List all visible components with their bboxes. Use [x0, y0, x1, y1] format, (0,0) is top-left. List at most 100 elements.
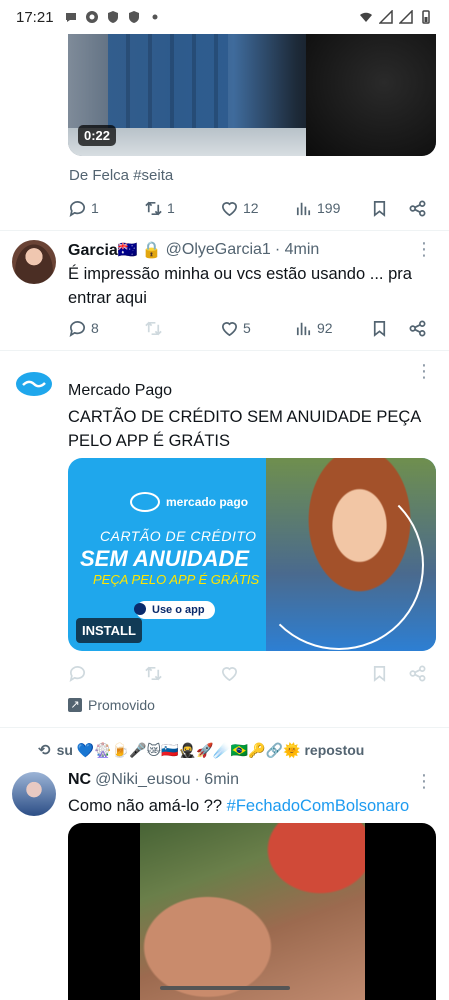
video-frame-panel	[108, 34, 228, 134]
views-icon	[296, 322, 311, 335]
promoted-text: Promovido	[88, 697, 155, 713]
heart-icon	[221, 666, 238, 681]
like-button[interactable]: 5	[220, 319, 251, 338]
hashtag-link[interactable]: #FechadoComBolsonaro	[227, 797, 410, 815]
avatar[interactable]	[12, 362, 56, 406]
wifi-icon	[360, 12, 372, 22]
bookmark-icon	[373, 665, 386, 682]
install-button[interactable]: INSTALL	[76, 618, 142, 643]
reply-button[interactable]: 8	[68, 319, 99, 338]
shield-icon	[107, 11, 118, 23]
share-icon	[409, 200, 426, 216]
message-icon	[65, 13, 76, 22]
heart-icon	[221, 201, 238, 216]
tweet-divider	[0, 350, 449, 351]
share-button[interactable]	[408, 199, 427, 218]
tweet-time: · 6min	[194, 771, 239, 788]
tweet-text: CARTÃO DE CRÉDITO SEM ANUIDADE PEÇA PELO…	[68, 408, 421, 450]
share-button[interactable]	[408, 319, 427, 338]
video-frame	[140, 823, 365, 1000]
tweet-header: Garcia🇦🇺 🔒 @OlyeGarcia1 · 4min	[68, 240, 319, 260]
reply-icon	[69, 320, 85, 337]
bookmark-button[interactable]	[370, 199, 389, 218]
bookmark-icon	[373, 200, 386, 217]
display-name[interactable]: Garcia🇦🇺	[68, 240, 138, 260]
ad-logo: mercado pago	[130, 492, 248, 512]
views-icon	[296, 202, 311, 215]
like-button[interactable]: 12	[220, 199, 259, 218]
gesture-bar[interactable]	[160, 986, 290, 990]
tweet-text-main: Como não amá-lo ??	[68, 797, 227, 815]
mercado-pago-logo-icon	[16, 372, 52, 396]
lock-icon: 🔒	[141, 242, 162, 259]
share-button[interactable]	[408, 664, 427, 683]
more-options-icon[interactable]: ⋮	[415, 362, 433, 380]
reply-button[interactable]: 1	[68, 199, 99, 218]
reply-count: 8	[91, 320, 99, 336]
avatar[interactable]	[12, 240, 56, 284]
share-icon	[409, 320, 426, 336]
views-button[interactable]: 199	[294, 199, 340, 218]
reply-button[interactable]	[68, 664, 87, 683]
repost-text: su 💙🎡🍺🎤😿🇸🇮🥷🚀☄️🇧🇷🔑🔗🌞 repostou	[56, 741, 365, 758]
tweet-actions: 8 5 92	[68, 316, 434, 340]
retweet-icon	[145, 321, 162, 335]
notification-icons	[64, 10, 162, 24]
display-name[interactable]: NC	[68, 771, 91, 789]
video-thumbnail[interactable]	[68, 823, 436, 1000]
more-options-icon[interactable]: ⋮	[415, 240, 433, 258]
views-count: 92	[317, 320, 333, 336]
bookmark-button[interactable]	[370, 319, 389, 338]
retweet-icon	[145, 201, 162, 215]
tweet-actions: 1 1 12 199	[68, 196, 434, 220]
reply-icon	[69, 200, 85, 217]
tweet-header: NC @Niki_eusou · 6min	[68, 771, 239, 789]
bookmark-icon	[373, 320, 386, 337]
tweet-actions	[68, 661, 434, 685]
ad-logo-text: mercado pago	[166, 495, 249, 509]
tweet-divider	[0, 230, 449, 231]
battery-icon	[422, 10, 430, 24]
reply-icon	[69, 665, 85, 682]
views-count: 199	[317, 200, 341, 216]
tweet-time: · 4min	[274, 241, 320, 258]
more-options-icon[interactable]: ⋮	[415, 772, 433, 790]
video-caption: De Felca #seita	[69, 167, 174, 184]
video-frame-person	[306, 34, 436, 156]
retweet-button[interactable]	[144, 664, 163, 683]
ad-photo-ring	[254, 480, 424, 650]
views-button[interactable]: 92	[294, 319, 333, 338]
status-bar: 17:21	[0, 0, 449, 34]
status-time: 17:21	[16, 8, 54, 26]
system-icons	[359, 10, 433, 24]
tweet-divider	[0, 727, 449, 728]
reply-count: 1	[91, 200, 99, 216]
ad-line-1: CARTÃO DE CRÉDITO	[100, 528, 257, 544]
ad-line-2: SEM ANUIDADE	[80, 546, 250, 571]
retweet-button[interactable]	[144, 319, 167, 338]
signal-icon	[379, 10, 393, 24]
promoted-label: ↗ Promovido	[68, 697, 155, 713]
avatar[interactable]	[12, 772, 56, 816]
tweet-header: Mercado Pago	[68, 382, 172, 400]
retweet-button[interactable]: 1	[144, 199, 175, 218]
user-handle[interactable]: @OlyeGarcia1	[166, 241, 271, 259]
display-name[interactable]: Mercado Pago	[68, 382, 172, 400]
heart-icon	[221, 321, 238, 336]
tweet-text: É impressão minha ou vcs estão usando ..…	[68, 265, 412, 307]
dot-icon	[152, 14, 158, 20]
like-button[interactable]	[220, 664, 239, 683]
shield-icon	[128, 11, 139, 23]
retweet-icon: ⟲	[38, 742, 51, 759]
signal-icon	[399, 10, 413, 24]
video-duration: 0:22	[78, 125, 117, 146]
chrome-icon	[85, 11, 98, 23]
tweet-text: Como não amá-lo ?? #FechadoComBolsonaro	[68, 794, 438, 818]
video-thumbnail[interactable]: 0:22	[68, 34, 436, 156]
promoted-icon: ↗	[68, 698, 82, 712]
bookmark-button[interactable]	[370, 664, 389, 683]
retweet-count: 1	[167, 200, 175, 216]
repost-header[interactable]: ⟲ su 💙🎡🍺🎤😿🇸🇮🥷🚀☄️🇧🇷🔑🔗🌞 repostou	[38, 741, 365, 760]
user-handle[interactable]: @Niki_eusou	[95, 771, 190, 789]
ad-card[interactable]: mercado pago CARTÃO DE CRÉDITO SEM ANUID…	[68, 458, 436, 651]
